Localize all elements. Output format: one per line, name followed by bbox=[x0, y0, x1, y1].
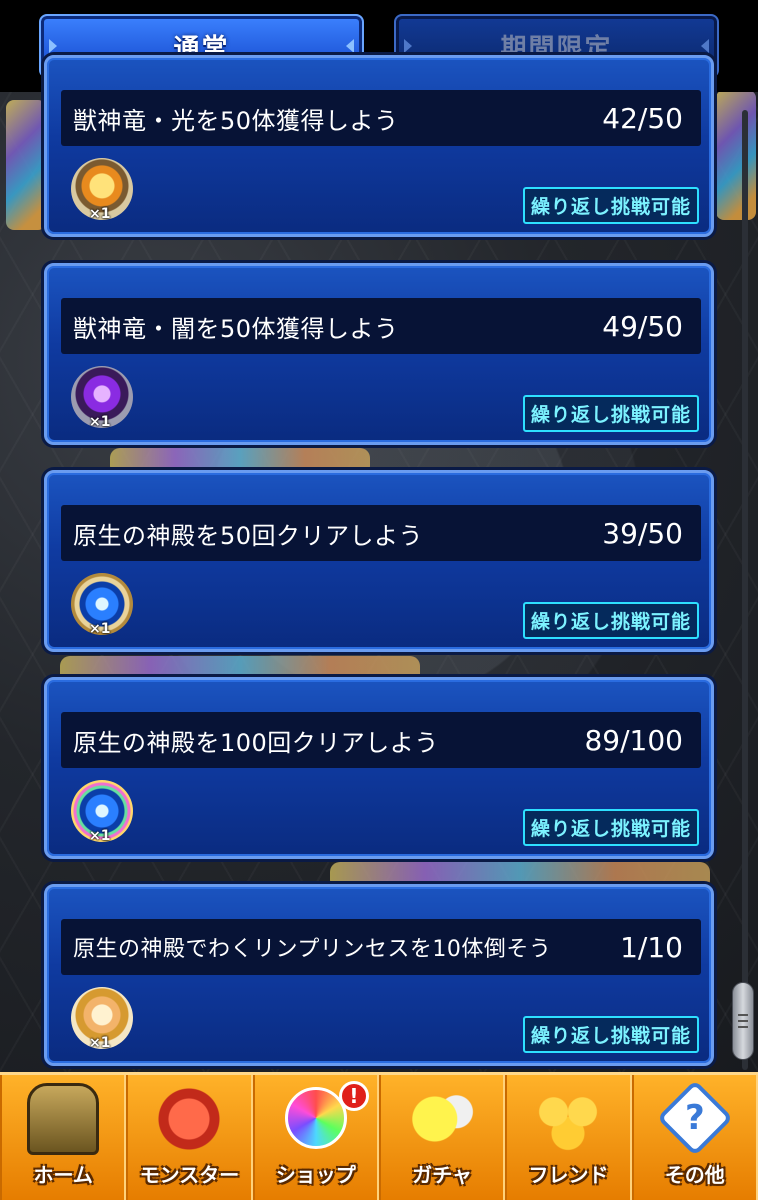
mission-title: 獣神竜・光を50体獲得しよう bbox=[73, 106, 399, 135]
nav-shop-label: ショップ bbox=[275, 1163, 356, 1187]
tab-arrow-right-icon bbox=[346, 39, 354, 53]
nav-other-label: その他 bbox=[664, 1163, 725, 1187]
question-glyph: ? bbox=[684, 1097, 705, 1138]
nav-home-label: ホーム bbox=[33, 1163, 93, 1187]
scrollbar-track[interactable] bbox=[742, 110, 748, 1070]
nav-friend[interactable]: フレンド bbox=[505, 1075, 632, 1200]
nav-friend-label: フレンド bbox=[528, 1163, 609, 1187]
background-art-right bbox=[716, 90, 756, 220]
mission-progress: 39/50 bbox=[602, 516, 683, 550]
mission-progress: 49/50 bbox=[602, 309, 683, 343]
mission-title: 原生の神殿でわくリンプリンセスを10体倒そう bbox=[73, 937, 552, 962]
nav-gacha[interactable]: ガチャ bbox=[378, 1075, 506, 1200]
reward-count: ×1 bbox=[89, 828, 111, 844]
tab-arrow-left-icon bbox=[404, 39, 412, 53]
gacha-egg-icon bbox=[406, 1083, 479, 1155]
mission-title: 獣神竜・闇を50体獲得しよう bbox=[73, 314, 399, 343]
mission-card[interactable]: 原生の神殿を50回クリアしよう 39/50 ×1 繰り返し挑戦可能 bbox=[44, 470, 714, 652]
mission-title: 原生の神殿を100回クリアしよう bbox=[73, 728, 439, 757]
repeatable-badge: 繰り返し挑戦可能 bbox=[522, 1016, 699, 1053]
friend-icon bbox=[532, 1083, 605, 1155]
alert-badge: ! bbox=[338, 1081, 369, 1111]
background-art-left bbox=[6, 100, 46, 230]
grip-line-icon bbox=[738, 1026, 748, 1028]
mission-card[interactable]: 獣神竜・闇を50体獲得しよう 49/50 ×1 繰り返し挑戦可能 bbox=[44, 263, 714, 445]
reward-count: ×1 bbox=[89, 414, 111, 430]
nav-shop[interactable]: ! ショップ bbox=[252, 1075, 379, 1200]
nav-monster-label: モンスター bbox=[139, 1163, 240, 1187]
question-icon: ? bbox=[656, 1079, 733, 1157]
repeatable-badge: 繰り返し挑戦可能 bbox=[522, 602, 699, 639]
grip-line-icon bbox=[738, 1014, 748, 1016]
mission-progress: 42/50 bbox=[602, 101, 683, 135]
reward-count: ×1 bbox=[89, 206, 111, 222]
mission-title-bar: 原生の神殿でわくリンプリンセスを10体倒そう 1/10 bbox=[61, 919, 701, 975]
mission-title: 原生の神殿を50回クリアしよう bbox=[73, 521, 424, 550]
mission-card[interactable]: 獣神竜・光を50体獲得しよう 42/50 ×1 繰り返し挑戦可能 bbox=[44, 55, 714, 237]
tab-arrow-right-icon bbox=[701, 39, 709, 53]
home-icon bbox=[27, 1083, 100, 1155]
reward-count: ×1 bbox=[89, 1035, 111, 1051]
nav-home[interactable]: ホーム bbox=[0, 1075, 127, 1200]
monster-icon bbox=[153, 1083, 226, 1155]
grip-line-icon bbox=[738, 1020, 748, 1022]
nav-other[interactable]: ? その他 bbox=[631, 1075, 758, 1200]
repeatable-badge: 繰り返し挑戦可能 bbox=[522, 187, 699, 224]
repeatable-badge: 繰り返し挑戦可能 bbox=[522, 395, 699, 432]
bottom-navigation: ホーム モンスター ! ショップ ガチャ フレンド ? その他 bbox=[0, 1072, 758, 1200]
mission-card[interactable]: 原生の神殿を100回クリアしよう 89/100 ×1 繰り返し挑戦可能 bbox=[44, 677, 714, 859]
mission-card[interactable]: 原生の神殿でわくリンプリンセスを10体倒そう 1/10 ×1 繰り返し挑戦可能 bbox=[44, 884, 714, 1066]
scrollbar-thumb[interactable] bbox=[732, 982, 754, 1060]
shop-orb-icon bbox=[284, 1087, 347, 1149]
mission-progress: 89/100 bbox=[584, 723, 683, 757]
tab-arrow-left-icon bbox=[49, 39, 57, 53]
mission-title-bar: 原生の神殿を100回クリアしよう 89/100 bbox=[61, 712, 701, 768]
nav-gacha-label: ガチャ bbox=[412, 1163, 473, 1187]
mission-title-bar: 獣神竜・光を50体獲得しよう 42/50 bbox=[61, 90, 701, 146]
mission-progress: 1/10 bbox=[620, 930, 683, 964]
repeatable-badge: 繰り返し挑戦可能 bbox=[522, 809, 699, 846]
mission-title-bar: 原生の神殿を50回クリアしよう 39/50 bbox=[61, 505, 701, 561]
nav-monster[interactable]: モンスター bbox=[126, 1075, 253, 1200]
reward-count: ×1 bbox=[89, 621, 111, 637]
mission-title-bar: 獣神竜・闇を50体獲得しよう 49/50 bbox=[61, 298, 701, 354]
